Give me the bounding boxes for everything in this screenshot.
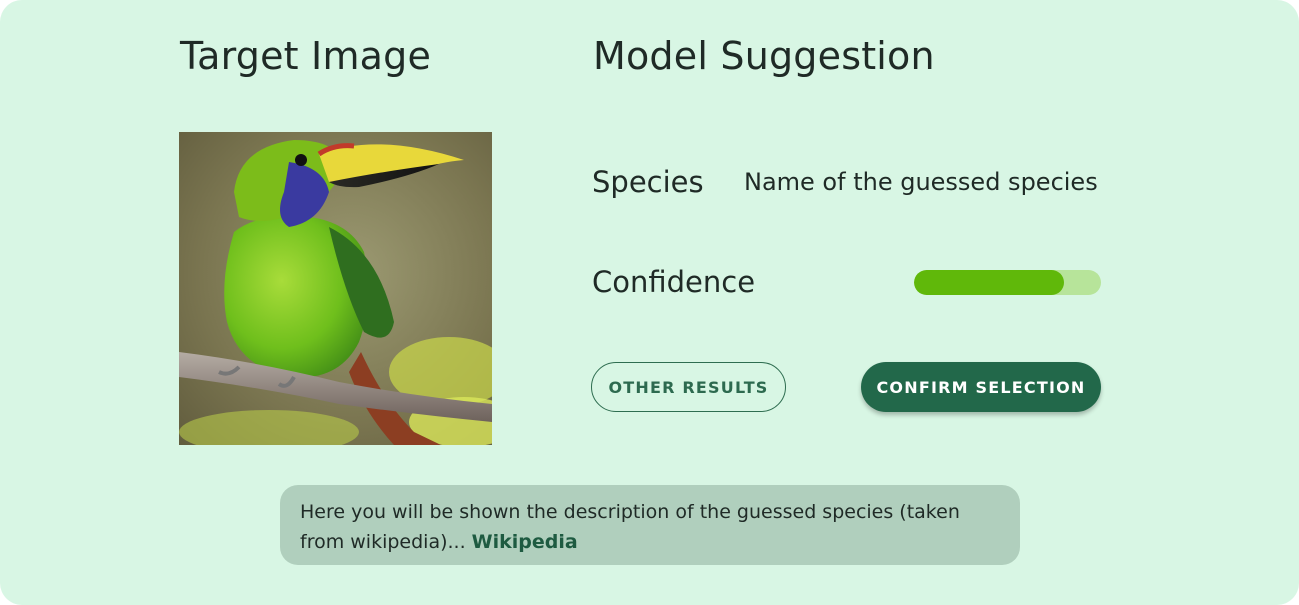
confidence-label: Confidence [592, 265, 756, 299]
description-text: Here you will be shown the description o… [300, 501, 960, 553]
confidence-bar-fill [914, 270, 1064, 295]
species-label: Species [592, 165, 704, 199]
target-bird-image [179, 132, 492, 445]
confidence-bar [914, 270, 1101, 295]
target-image-title: Target Image [180, 34, 432, 78]
confirm-selection-button[interactable]: CONFIRM SELECTION [861, 362, 1101, 412]
species-description: Here you will be shown the description o… [280, 485, 1020, 565]
model-suggestion-title: Model Suggestion [593, 34, 935, 78]
other-results-button[interactable]: OTHER RESULTS [591, 362, 786, 412]
species-value: Name of the guessed species [744, 168, 1098, 196]
model-suggestion-panel: Target Image Model Suggestion Species Na… [0, 0, 1299, 605]
wikipedia-link[interactable]: Wikipedia [472, 531, 578, 553]
